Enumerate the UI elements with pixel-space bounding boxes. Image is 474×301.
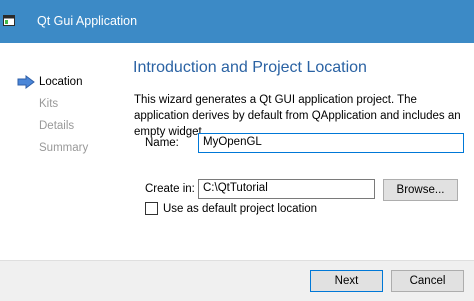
nav-step-details: Details [39, 120, 75, 132]
application-window-icon [3, 15, 15, 26]
title-bar[interactable]: Qt Gui Application [0, 0, 474, 43]
create-in-field[interactable]: C:\QtTutorial [198, 179, 375, 199]
next-button[interactable]: Next [310, 270, 383, 292]
wizard-footer: Next Cancel [0, 260, 474, 301]
window-title: Qt Gui Application [37, 14, 138, 28]
browse-button[interactable]: Browse... [383, 179, 458, 201]
wizard-content: Location Kits Details Summary Introducti… [0, 43, 474, 260]
create-in-label: Create in: [145, 183, 195, 195]
name-field[interactable]: MyOpenGL [198, 133, 464, 153]
default-location-label: Use as default project location [163, 203, 318, 215]
nav-step-location: Location [39, 76, 83, 88]
cancel-button[interactable]: Cancel [391, 270, 464, 292]
default-location-checkbox[interactable] [145, 202, 158, 215]
page-heading: Introduction and Project Location [133, 59, 367, 76]
name-label: Name: [145, 137, 179, 149]
current-step-arrow-icon [17, 75, 35, 89]
nav-step-summary: Summary [39, 142, 89, 154]
nav-step-kits: Kits [39, 98, 59, 110]
